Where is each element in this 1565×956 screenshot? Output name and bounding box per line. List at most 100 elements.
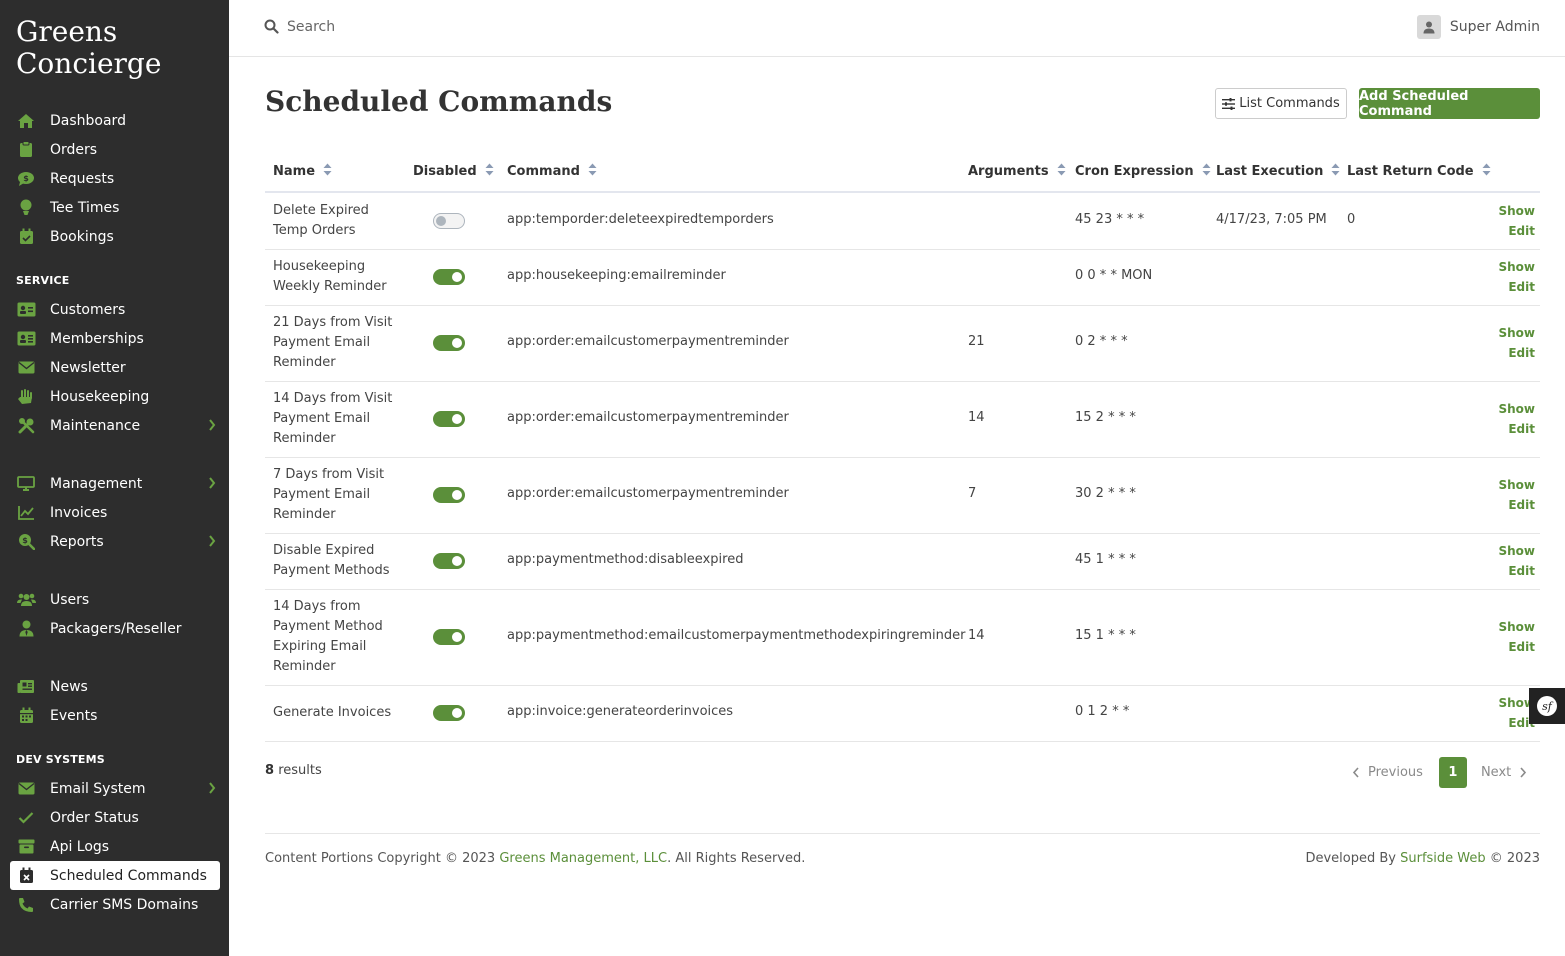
edit-link[interactable]: Edit: [1498, 561, 1535, 581]
envelope-icon: [16, 359, 36, 377]
sidebar-item-carrier-sms-domains[interactable]: Carrier SMS Domains: [10, 890, 220, 919]
cell-command: app:temporder:deleteexpiredtemporders: [507, 212, 774, 227]
sidebar-item-label: Carrier SMS Domains: [50, 896, 199, 913]
sidebar-item-label: Api Logs: [50, 838, 110, 855]
sidebar-item-users[interactable]: Users: [10, 585, 220, 614]
disabled-toggle[interactable]: [433, 411, 465, 427]
show-link[interactable]: Show: [1498, 541, 1535, 561]
cell-cron: 0 1 2 * *: [1075, 704, 1130, 719]
cell-cron: 15 1 * * *: [1075, 628, 1136, 643]
sidebar-item-dashboard[interactable]: Dashboard: [10, 106, 220, 135]
search-input[interactable]: [287, 14, 587, 40]
results-count: 8 results: [265, 763, 322, 778]
greens-management-link[interactable]: Greens Management, LLC: [499, 851, 667, 866]
sidebar-item-orders[interactable]: Orders: [10, 135, 220, 164]
edit-link[interactable]: Edit: [1498, 277, 1535, 297]
show-link[interactable]: Show: [1498, 399, 1535, 419]
disabled-toggle[interactable]: [433, 335, 465, 351]
sort-icon: [323, 163, 332, 180]
sidebar-item-newsletter[interactable]: Newsletter: [10, 353, 220, 382]
brand-logo[interactable]: Greens Concierge: [16, 16, 216, 80]
user-name: Super Admin: [1449, 19, 1540, 35]
cell-arguments: 14: [968, 410, 985, 425]
disabled-toggle[interactable]: [433, 553, 465, 569]
sidebar-item-label: Packagers/Reseller: [50, 620, 182, 637]
show-link[interactable]: Show: [1498, 201, 1535, 221]
surfside-web-link[interactable]: Surfside Web: [1400, 851, 1486, 866]
page-1-button[interactable]: 1: [1438, 757, 1467, 788]
row-actions: Show Edit: [1498, 475, 1535, 515]
sidebar-item-invoices[interactable]: Invoices: [10, 498, 220, 527]
previous-page-button[interactable]: Previous: [1352, 765, 1423, 780]
sidebar-item-news[interactable]: News: [10, 672, 220, 701]
sidebar-item-bookings[interactable]: Bookings: [10, 222, 220, 251]
cell-command: app:paymentmethod:disableexpired: [507, 552, 744, 567]
desktop-icon: [16, 475, 36, 493]
sidebar-item-label: Invoices: [50, 504, 108, 521]
sidebar-item-memberships[interactable]: Memberships: [10, 324, 220, 353]
search-icon: [264, 19, 279, 38]
header-last-return-code[interactable]: Last Return Code: [1347, 163, 1491, 180]
header-disabled[interactable]: Disabled: [413, 163, 494, 180]
symfony-toolbar-icon[interactable]: sf: [1529, 688, 1565, 724]
sidebar-item-label: Scheduled Commands: [50, 867, 207, 884]
edit-link[interactable]: Edit: [1498, 221, 1535, 241]
list-commands-button[interactable]: List Commands: [1215, 88, 1347, 119]
show-link[interactable]: Show: [1498, 475, 1535, 495]
edit-link[interactable]: Edit: [1498, 637, 1535, 657]
sidebar-item-scheduled-commands[interactable]: Scheduled Commands: [10, 861, 220, 890]
sidebar-item-api-logs[interactable]: Api Logs: [10, 832, 220, 861]
table-header: Name Disabled Command Arguments Cron Exp…: [265, 150, 1540, 193]
svg-text:$: $: [22, 536, 28, 545]
show-link[interactable]: Show: [1498, 617, 1535, 637]
user-menu[interactable]: Super Admin: [1416, 15, 1540, 39]
cell-arguments: 14: [968, 628, 985, 643]
header-arguments[interactable]: Arguments: [968, 163, 1066, 180]
sidebar-item-label: Tee Times: [50, 199, 120, 216]
cell-name: 14 Days from Payment Method Expiring Ema…: [273, 599, 383, 674]
header-command[interactable]: Command: [507, 163, 597, 180]
show-link[interactable]: Show: [1498, 257, 1535, 277]
sort-icon: [1057, 163, 1066, 180]
edit-link[interactable]: Edit: [1498, 419, 1535, 439]
sidebar-item-management[interactable]: Management: [10, 469, 220, 498]
sidebar-item-label: Email System: [50, 780, 146, 797]
sidebar-item-maintenance[interactable]: Maintenance: [10, 411, 220, 440]
cell-command: app:paymentmethod:emailcustomerpaymentme…: [507, 628, 966, 643]
sidebar-item-requests[interactable]: $ Requests: [10, 164, 220, 193]
disabled-toggle[interactable]: [433, 213, 465, 229]
sidebar-item-label: Housekeeping: [50, 388, 150, 405]
brand-line-1: Greens: [16, 15, 118, 48]
edit-link[interactable]: Edit: [1498, 343, 1535, 363]
next-page-button[interactable]: Next: [1481, 765, 1527, 780]
sidebar-item-reports[interactable]: $ Reports: [10, 527, 220, 556]
disabled-toggle[interactable]: [433, 705, 465, 721]
cell-command: app:order:emailcustomerpaymentreminder: [507, 486, 789, 501]
cell-cron: 0 2 * * *: [1075, 334, 1128, 349]
header-last-execution[interactable]: Last Execution: [1216, 163, 1340, 180]
cell-name: Disable Expired Payment Methods: [273, 543, 390, 578]
sidebar-item-packagers-reseller[interactable]: Packagers/Reseller: [10, 614, 220, 643]
sidebar-item-tee-times[interactable]: Tee Times: [10, 193, 220, 222]
sidebar-item-order-status[interactable]: Order Status: [10, 803, 220, 832]
disabled-toggle[interactable]: [433, 629, 465, 645]
edit-link[interactable]: Edit: [1498, 495, 1535, 515]
search-dollar-icon: $: [16, 533, 36, 551]
section-label-dev-systems: DEV SYSTEMS: [16, 753, 105, 766]
add-scheduled-command-button[interactable]: Add Scheduled Command: [1359, 88, 1540, 119]
header-name[interactable]: Name: [273, 163, 332, 180]
table-row: 14 Days from Visit Payment Email Reminde…: [265, 382, 1540, 458]
sidebar-item-email-system[interactable]: Email System: [10, 774, 220, 803]
results-number: 8: [265, 763, 275, 778]
sidebar-item-customers[interactable]: Customers: [10, 295, 220, 324]
table-row: Housekeeping Weekly Reminder app:houseke…: [265, 250, 1540, 306]
cell-return-code: 0: [1347, 212, 1356, 227]
sidebar-item-events[interactable]: Events: [10, 701, 220, 730]
disabled-toggle[interactable]: [433, 269, 465, 285]
disabled-toggle[interactable]: [433, 487, 465, 503]
results-label: results: [278, 763, 322, 778]
header-cron-expression[interactable]: Cron Expression: [1075, 163, 1211, 180]
show-link[interactable]: Show: [1498, 323, 1535, 343]
sidebar-item-housekeeping[interactable]: Housekeeping: [10, 382, 220, 411]
id-card-icon: [16, 301, 36, 319]
